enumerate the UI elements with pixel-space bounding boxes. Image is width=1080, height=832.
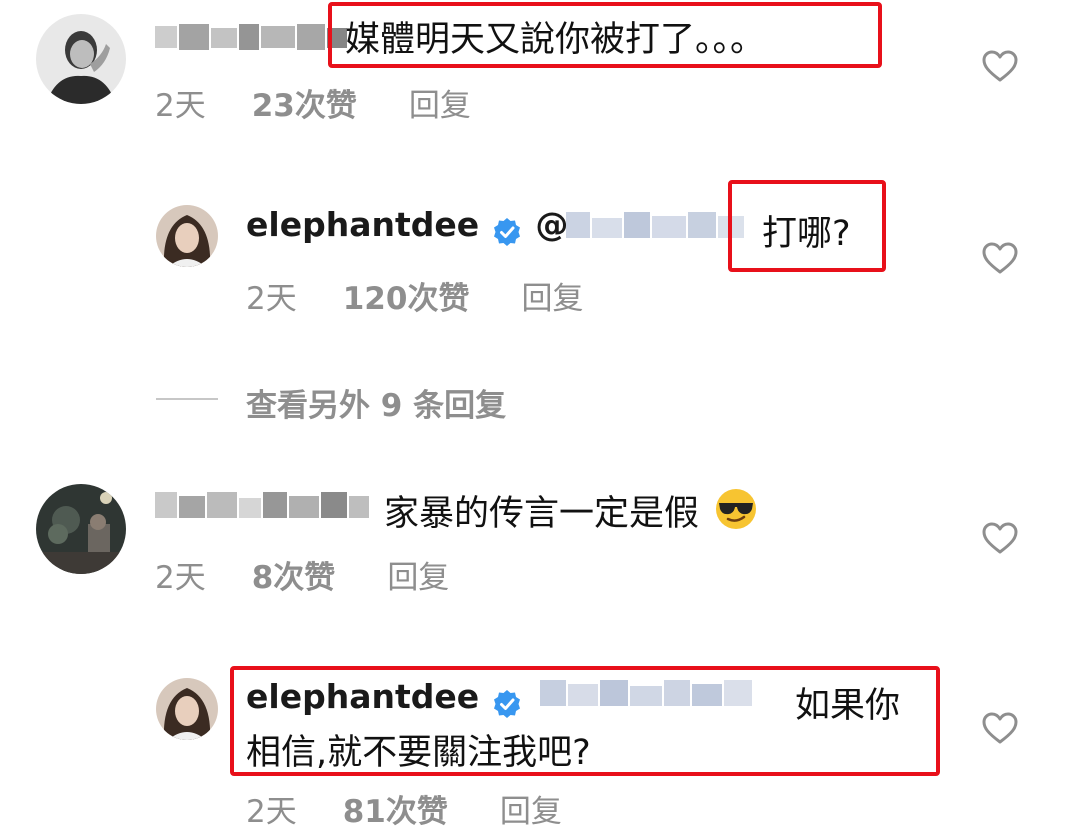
reply-time: 2天 <box>246 794 297 830</box>
verified-badge-icon <box>494 217 521 246</box>
blurred-mention <box>566 212 744 238</box>
likes-count[interactable]: 81次赞 <box>343 786 448 831</box>
heart-icon[interactable] <box>982 712 1018 744</box>
username-link[interactable]: elephantdee <box>246 677 479 716</box>
comment-meta: 2天 8次赞 回复 <box>155 552 449 597</box>
comment-time: 2天 <box>155 88 206 124</box>
mention-link[interactable]: @ <box>535 205 568 244</box>
likes-count[interactable]: 120次赞 <box>343 273 470 318</box>
elephantdee-avatar[interactable] <box>156 678 218 740</box>
blurred-username <box>155 22 347 50</box>
comment-meta: 2天 23次赞 回复 <box>155 80 471 125</box>
username-link[interactable]: elephantdee <box>246 205 479 244</box>
comment-text: 媒體明天又說你被打了。。。 <box>345 20 766 60</box>
likes-count[interactable]: 23次赞 <box>252 80 357 125</box>
commenter-avatar[interactable] <box>36 484 126 574</box>
reply-button[interactable]: 回复 <box>521 273 583 318</box>
heart-icon[interactable] <box>982 242 1018 274</box>
reply-header: elephantdee @ <box>246 205 568 247</box>
reply-text: 打哪? <box>762 214 851 254</box>
sunglasses-emoji-icon <box>716 489 757 529</box>
blurred-username <box>155 492 369 518</box>
commenter-avatar[interactable] <box>36 14 126 104</box>
comment-text-body: 家暴的传言一定是假 <box>384 494 700 534</box>
reply-button[interactable]: 回复 <box>409 80 471 125</box>
view-more-replies-button[interactable]: 查看另外 9 条回复 <box>246 380 506 425</box>
view-more-divider <box>156 398 218 400</box>
blurred-mention <box>540 680 752 706</box>
reply-text-line2: 相信,就不要關注我吧? <box>246 733 591 773</box>
reply-time: 2天 <box>246 281 297 317</box>
comment-text: 家暴的传言一定是假 <box>384 485 758 536</box>
reply-text-line1: 如果你 <box>795 686 901 726</box>
heart-icon[interactable] <box>982 50 1018 82</box>
heart-icon[interactable] <box>982 522 1018 554</box>
reply-button[interactable]: 回复 <box>387 552 449 597</box>
comment-time: 2天 <box>155 560 206 596</box>
reply-header: elephantdee <box>246 677 522 719</box>
elephantdee-avatar[interactable] <box>156 205 218 267</box>
reply-meta: 2天 81次赞 回复 <box>246 786 562 831</box>
verified-badge-icon <box>494 689 521 718</box>
reply-meta: 2天 120次赞 回复 <box>246 273 583 318</box>
reply-button[interactable]: 回复 <box>500 786 562 831</box>
likes-count[interactable]: 8次赞 <box>252 552 336 597</box>
